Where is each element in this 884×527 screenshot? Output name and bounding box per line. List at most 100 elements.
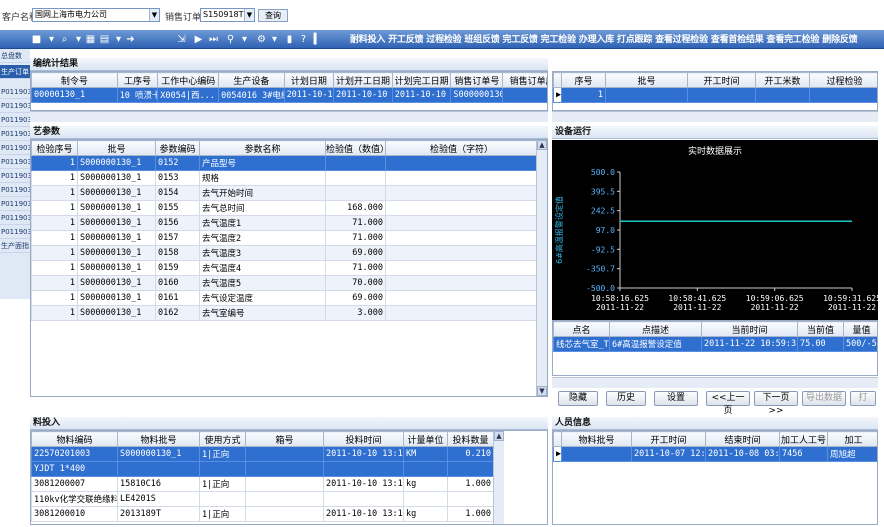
sidebar-item[interactable]: P011903 (0, 141, 30, 155)
print-button[interactable]: 打 (850, 391, 876, 406)
col-header[interactable]: 箱号 (245, 431, 324, 447)
chevron-down-icon[interactable]: ▼ (149, 9, 159, 21)
col-header[interactable]: 开工时间 (687, 72, 756, 88)
export-icon[interactable]: ⇲ (175, 33, 188, 46)
sidebar-item[interactable]: P011903 (0, 169, 30, 183)
col-header[interactable]: 销售订单序号 (502, 72, 547, 88)
col-header[interactable]: 计量单位 (403, 431, 448, 447)
col-header[interactable]: 序号 (561, 72, 606, 88)
table-row[interactable]: 1 S000000130_1 0160 去气温度5 70.000 (31, 275, 538, 291)
sidebar-item[interactable]: P011903 (0, 225, 30, 239)
table-row[interactable]: 1 S000000130_1 0156 去气温度1 71.000 (31, 215, 538, 231)
horizontal-scrollbar[interactable] (30, 111, 548, 122)
scroll-up-icon[interactable]: ▲ (494, 431, 504, 441)
customer-select[interactable]: 国网上海市电力公司 ▼ (32, 8, 160, 22)
sidebar-item[interactable]: P011903 (0, 197, 30, 211)
table-row[interactable]: 110kv化学交联绝缘料 LE4201S (31, 491, 494, 507)
col-header[interactable]: 使用方式 (199, 431, 246, 447)
col-header[interactable]: 检验序号 (31, 140, 78, 156)
table-row[interactable]: 1 S000000130_1 0154 去气开始时间 (31, 185, 538, 201)
col-header[interactable]: 过程检验 (809, 72, 877, 88)
table-row[interactable]: 1 S000000130_1 0159 去气温度4 71.000 (31, 260, 538, 276)
sidebar-item[interactable]: P011903 (0, 155, 30, 169)
horizontal-scrollbar[interactable] (552, 111, 878, 122)
sidebar-item[interactable]: P011903 (0, 99, 30, 113)
table-row[interactable]: YJDT 1*400 (31, 461, 494, 477)
next-page-button[interactable]: 下一页>> (754, 391, 798, 416)
table-row[interactable]: 00000130_1 10 喷溃卡 X0054|西... 0054016 3#电… (31, 87, 547, 103)
col-header[interactable]: 工作中心编码 (157, 72, 220, 88)
settings-button[interactable]: 设置 (654, 391, 698, 406)
col-header[interactable]: 批号 (77, 140, 156, 156)
vertical-scrollbar[interactable]: ▲ (493, 431, 504, 524)
col-header[interactable]: 参数名称 (199, 140, 326, 156)
chevron-down-icon[interactable]: ▼ (244, 9, 254, 21)
col-header[interactable]: 参数编码 (155, 140, 200, 156)
col-header[interactable]: 检验值（数值） (325, 140, 386, 156)
col-header[interactable]: 销售订单号 (450, 72, 504, 88)
table-row[interactable]: 1 S000000130_1 0157 去气温度2 71.000 (31, 230, 538, 246)
table-row[interactable]: ▶ 2011-10-07 12:20:46 2011-10-08 03:28:4… (553, 446, 877, 462)
horizontal-scrollbar[interactable] (552, 377, 878, 388)
sidebar-item[interactable]: 生产订单 (0, 65, 30, 79)
export-data-button[interactable]: 导出数据 (802, 391, 846, 406)
col-header[interactable]: 量值 (843, 321, 877, 337)
dropdown-icon[interactable]: ▾ (45, 33, 58, 46)
table-row[interactable]: 1 S000000130_1 0162 去气室编号 3.000 (31, 305, 538, 321)
col-header[interactable]: 结束时间 (705, 431, 780, 447)
document-icon[interactable]: ▮ (283, 33, 296, 46)
table-row[interactable]: 1 S000000130_1 0153 规格 (31, 170, 538, 186)
col-header[interactable]: 检验值（字符） (385, 140, 538, 156)
table-row[interactable]: 22570201003 S000000130_1 1|正向 2011-10-10 13… (31, 446, 494, 462)
table-row[interactable]: 308120000715810C161|正向2011-10-10 13:12:5… (31, 476, 494, 492)
table-row[interactable]: 30812000102013189T1|正向2011-10-10 13:13:2… (31, 506, 494, 522)
scroll-down-icon[interactable]: ▼ (537, 386, 547, 396)
sidebar-item[interactable]: P011903 (0, 127, 30, 141)
sidebar-item[interactable]: 总盘数 (0, 49, 30, 63)
col-header[interactable]: 投料数量 (447, 431, 494, 447)
hide-button[interactable]: 隐藏 (558, 391, 598, 406)
col-header[interactable]: 物料编码 (31, 431, 118, 447)
dropdown-icon[interactable]: ▾ (238, 33, 251, 46)
scroll-up-icon[interactable]: ▲ (537, 140, 547, 150)
col-header[interactable]: 计划开工日期 (333, 72, 393, 88)
table-row[interactable]: 1 S000000130_1 0161 去气设定温度 69.000 (31, 290, 538, 306)
help-icon[interactable]: ? (297, 33, 310, 46)
col-header[interactable]: 点名 (553, 321, 610, 337)
col-header[interactable]: 点描述 (609, 321, 702, 337)
sidebar-item[interactable]: P011903 (0, 113, 30, 127)
table-row[interactable]: 线芯去气室_T 6#高温报警设定值 2011-11-22 10:59:31.62… (553, 336, 877, 352)
col-header[interactable]: 计划完工日期 (391, 72, 452, 88)
dropdown-icon[interactable]: ▾ (268, 33, 281, 46)
col-header[interactable]: 开工米数 (755, 72, 810, 88)
col-header[interactable]: 投料时间 (323, 431, 404, 447)
grid-icon[interactable]: ▦ (84, 33, 97, 46)
next-icon[interactable]: ⏭ (207, 33, 220, 46)
table-icon[interactable]: ▤ (98, 33, 111, 46)
table-row[interactable]: ▶ 1 (553, 87, 877, 103)
sidebar-item[interactable]: P011903 (0, 183, 30, 197)
exit-icon[interactable]: ➜ (124, 33, 137, 46)
col-header[interactable]: 当前时间 (701, 321, 798, 337)
query-button[interactable]: 查询 (258, 9, 288, 22)
prev-page-button[interactable]: <<上一页 (706, 391, 750, 416)
table-row[interactable]: 1 S000000130_1 0152 产品型号 (31, 155, 538, 171)
col-header[interactable]: 计划日期 (283, 72, 335, 88)
search-icon[interactable]: ⌕ (58, 33, 71, 46)
toolbar-actions[interactable]: 耐料投入 开工反馈 过程检验 班组反馈 完工反馈 完工检验 办理入库 打点跟踪 … (350, 32, 858, 45)
col-header[interactable]: 批号 (605, 72, 688, 88)
col-header[interactable]: 物料批号 (561, 431, 632, 447)
table-row[interactable]: 1 S000000130_1 0155 去气总时间 168.000 (31, 200, 538, 216)
col-header[interactable]: 加工 (827, 431, 877, 447)
col-header[interactable]: 工序号 (116, 72, 159, 88)
filter-icon[interactable]: ⚲ (224, 33, 237, 46)
sidebar-item[interactable]: 生产面指 (0, 239, 30, 253)
col-header[interactable]: 制令号 (31, 72, 118, 88)
col-header[interactable]: 加工人工号 (779, 431, 828, 447)
tools-icon[interactable]: ⚙ (255, 33, 268, 46)
order-select[interactable]: S150918T1 ▼ (200, 8, 255, 22)
col-header[interactable]: 生产设备 (218, 72, 285, 88)
history-button[interactable]: 历史 (606, 391, 646, 406)
sidebar-item[interactable]: P011903 (0, 211, 30, 225)
save-icon[interactable]: ■ (30, 33, 43, 46)
